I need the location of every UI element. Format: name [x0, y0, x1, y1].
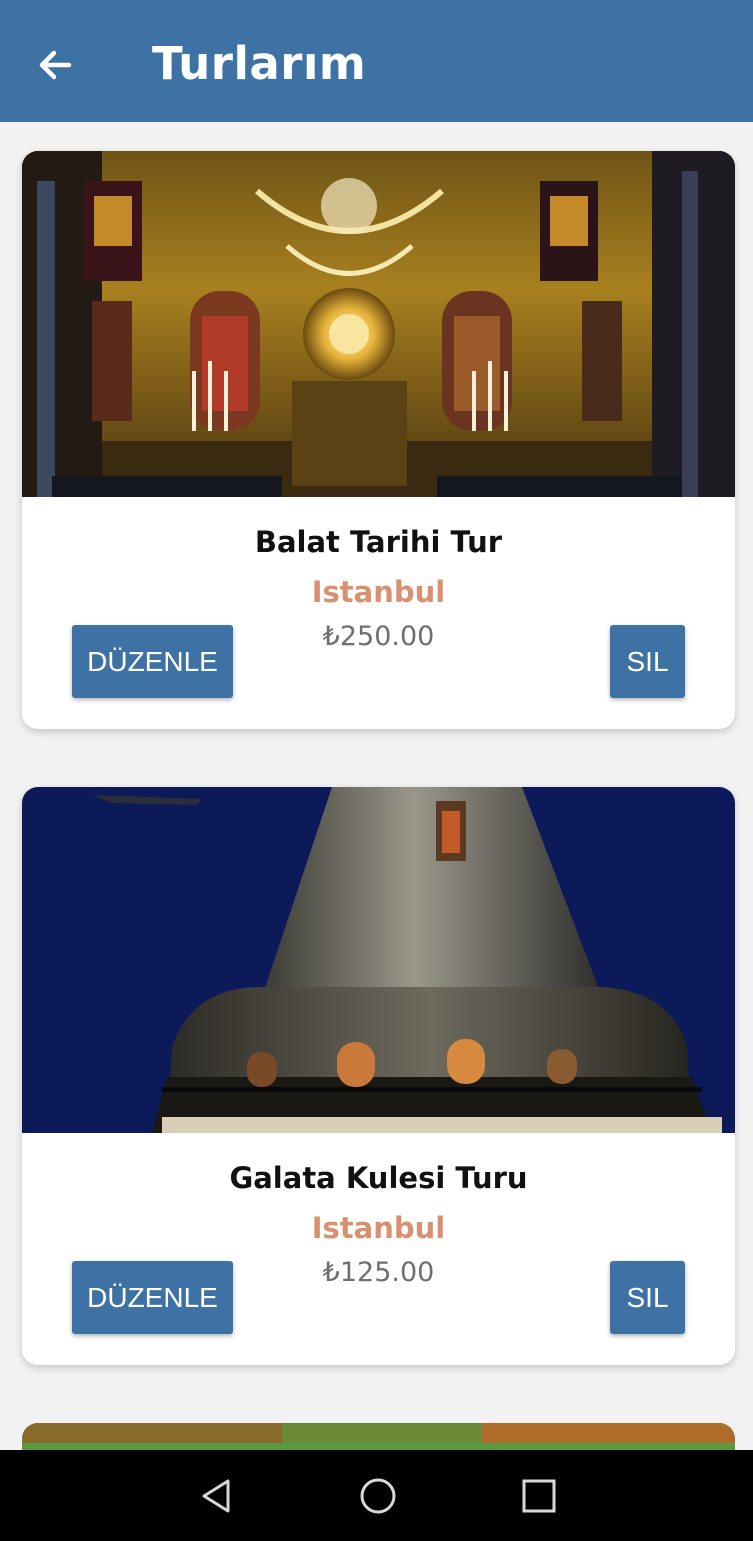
tour-card: Galata Kulesi Turu Istanbul ₺125.00 DÜZE…	[22, 787, 735, 1365]
tour-image	[22, 151, 735, 497]
system-back-button[interactable]	[189, 1468, 245, 1524]
tour-city: Istanbul	[311, 1211, 446, 1245]
tour-image	[22, 787, 735, 1133]
app-bar: Turlarım	[0, 0, 753, 122]
system-nav-bar	[0, 1450, 753, 1541]
triangle-back-icon	[202, 1479, 230, 1513]
system-recents-button[interactable]	[511, 1468, 567, 1524]
back-button[interactable]	[30, 40, 80, 90]
tour-city: Istanbul	[311, 575, 446, 609]
circle-home-icon	[360, 1478, 396, 1514]
arrow-left-icon	[39, 50, 72, 80]
square-recents-icon	[522, 1479, 556, 1513]
system-home-button[interactable]	[350, 1468, 406, 1524]
tour-name: Balat Tarihi Tur	[254, 525, 503, 559]
delete-button[interactable]: SIL	[610, 1261, 685, 1334]
edit-button[interactable]: DÜZENLE	[72, 625, 233, 698]
delete-button[interactable]: SIL	[610, 625, 685, 698]
tour-card: Balat Tarihi Tur Istanbul ₺250.00 DÜZENL…	[22, 151, 735, 729]
page-title: Turlarım	[152, 37, 367, 90]
edit-button[interactable]: DÜZENLE	[72, 1261, 233, 1334]
tour-name: Galata Kulesi Turu	[229, 1161, 528, 1195]
